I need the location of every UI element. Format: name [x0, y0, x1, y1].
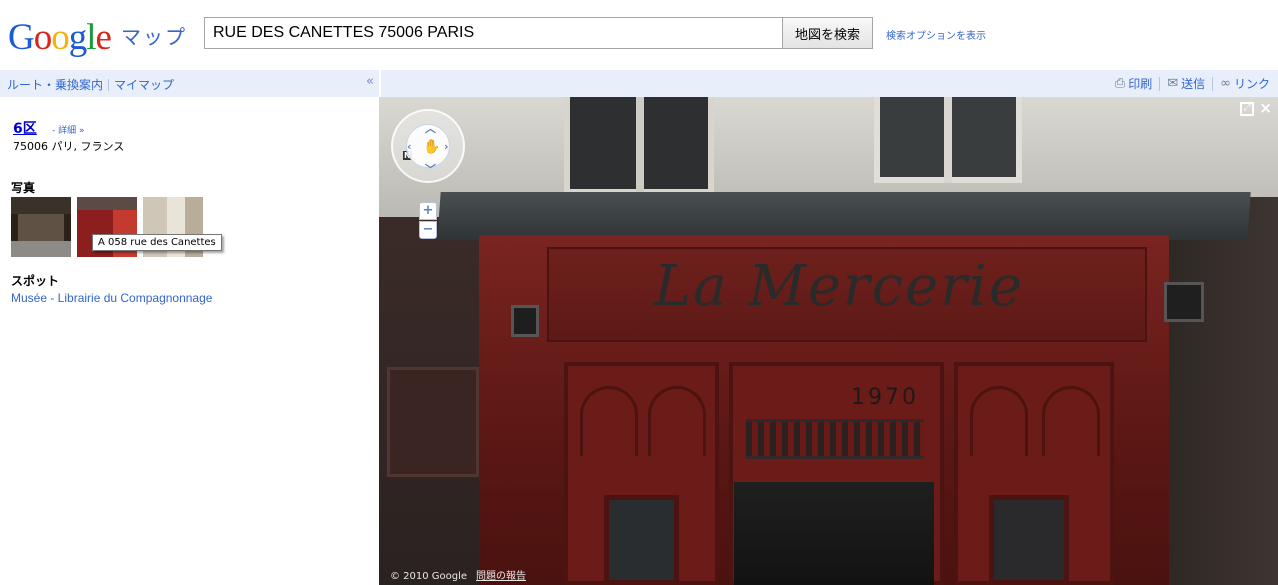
street-view-footer: © 2010 Google 問題の報告: [379, 567, 1278, 585]
envelope-icon: ✉: [1167, 76, 1179, 91]
spot-link[interactable]: Musée - Librairie du Compagnonnage: [11, 291, 212, 305]
window: [874, 97, 1022, 183]
search-options-link[interactable]: 検索オプションを表示: [886, 27, 986, 42]
divider: [1159, 76, 1161, 91]
send-link[interactable]: ✉ 送信: [1167, 75, 1205, 92]
collapse-panel-button[interactable]: «: [366, 74, 374, 89]
results-panel: 6区 - 詳細 » 75006 パリ, フランス 写真 A 058 rue de…: [0, 97, 379, 585]
link-link[interactable]: ∞ リンク: [1220, 75, 1270, 92]
ornament: [746, 419, 924, 459]
zoom-in-button[interactable]: +: [419, 202, 437, 220]
place-address: 75006 パリ, フランス: [13, 140, 125, 153]
zoom-out-button[interactable]: −: [419, 221, 437, 239]
header: Google マップ 地図を検索 検索オプションを表示: [0, 0, 1278, 70]
photo-tooltip: A 058 rue des Canettes: [92, 234, 222, 251]
fullscreen-icon[interactable]: ⤢: [1240, 102, 1254, 116]
print-label: 印刷: [1128, 77, 1153, 91]
spots-heading: スポット: [11, 274, 60, 288]
place-title[interactable]: 6区: [13, 118, 37, 138]
details-link[interactable]: - 詳細 »: [52, 123, 84, 136]
mymaps-link[interactable]: マイマップ: [114, 78, 174, 92]
street-view[interactable]: La Mercerie 1970 N ︿ ﹀ ‹ › ✋ + − ⤢ × © 2…: [379, 97, 1278, 585]
pan-right-icon[interactable]: ›: [444, 140, 449, 153]
share-links: ⎙ 印刷 ✉ 送信 ∞ リンク: [1115, 75, 1270, 92]
google-maps-logo[interactable]: Google マップ: [8, 12, 187, 56]
awning: [437, 192, 1251, 240]
chain-link-icon: ∞: [1220, 76, 1231, 91]
close-icon[interactable]: ×: [1259, 99, 1272, 117]
photo-thumbnail[interactable]: [11, 197, 71, 257]
panel-links: ルート・乗換案内 マイマップ: [7, 76, 174, 93]
print-link[interactable]: ⎙ 印刷: [1115, 75, 1152, 92]
arch: [970, 386, 1028, 456]
storefront-panel: [387, 367, 479, 477]
link-label: リンク: [1233, 77, 1270, 91]
wall-lamp: [511, 305, 539, 337]
search-button[interactable]: 地図を検索: [782, 17, 873, 49]
arch: [648, 386, 706, 456]
route-link[interactable]: ルート・乗換案内: [7, 78, 103, 92]
year-sign: 1970: [851, 385, 919, 410]
pan-up-icon[interactable]: ︿: [425, 120, 436, 136]
arch: [1042, 386, 1100, 456]
arch: [580, 386, 638, 456]
photos-heading: 写真: [11, 181, 36, 195]
window: [564, 97, 714, 195]
logo-wordmark: Google: [8, 17, 112, 58]
printer-icon: ⎙: [1114, 76, 1126, 91]
copyright-text: © 2010 Google: [390, 571, 468, 582]
divider: [379, 70, 381, 97]
report-problem-link[interactable]: 問題の報告: [476, 567, 526, 582]
pan-left-icon[interactable]: ‹: [407, 140, 412, 153]
divider: [1212, 76, 1214, 91]
toolbar: ルート・乗換案内 マイマップ « ⎙ 印刷 ✉ 送信 ∞ リンク: [0, 70, 1278, 97]
divider: [108, 79, 110, 91]
logo-subtitle: マップ: [120, 25, 187, 49]
pan-down-icon[interactable]: ﹀: [425, 161, 436, 177]
pan-control[interactable]: N ︿ ﹀ ‹ › ✋: [391, 109, 465, 183]
wall-lamp: [1164, 282, 1204, 322]
shop-sign-text: La Mercerie: [654, 254, 1024, 319]
search-input[interactable]: [204, 17, 782, 49]
hand-icon[interactable]: ✋: [423, 139, 440, 155]
send-label: 送信: [1181, 77, 1206, 91]
